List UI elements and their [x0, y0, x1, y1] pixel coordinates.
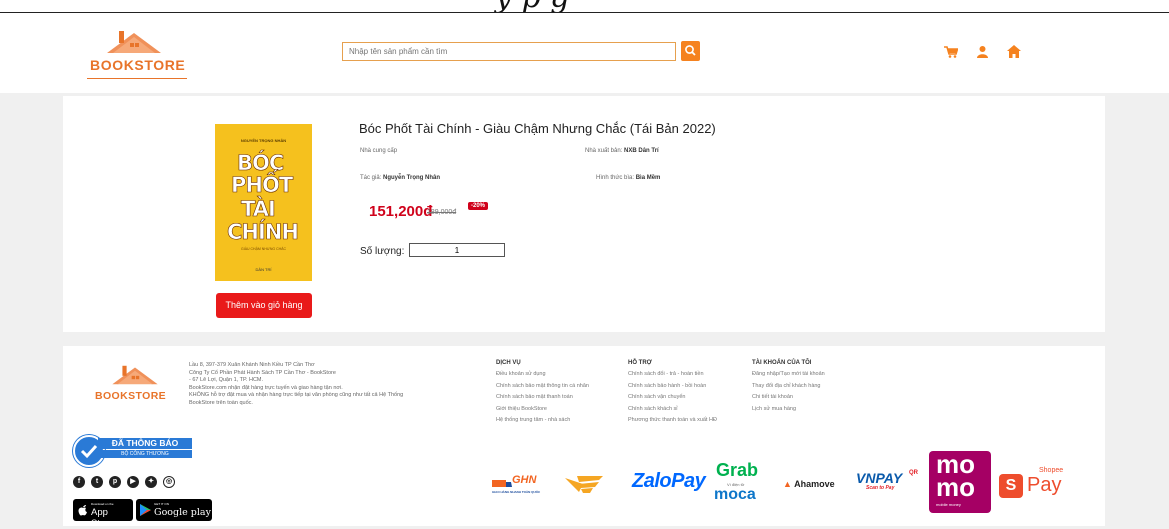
footer-logo[interactable]: BOOKSTORE — [95, 362, 175, 408]
search-input[interactable] — [342, 42, 676, 61]
twitter-icon[interactable]: ✦ — [145, 476, 157, 488]
footer-link[interactable]: Chi tiết tài khoản — [752, 394, 825, 406]
footer-link[interactable]: Chính sách bảo mật thông tin cá nhân — [496, 383, 589, 395]
footer-link[interactable]: Điều khoản sử dụng — [496, 371, 589, 383]
product-panel: NGUYỄN TRỌNG NHÂN BÓC PHỐT TÀI CHÍNH GIÀ… — [63, 96, 1105, 332]
footer-link[interactable]: Chính sách bảo mật thanh toán — [496, 394, 589, 406]
brand-logo[interactable]: BOOKSTORE — [87, 27, 187, 85]
footer-link[interactable]: Phương thức thanh toán và xuất HĐ — [628, 417, 717, 429]
footer-link[interactable]: Chính sách vận chuyển — [628, 394, 717, 406]
facebook-icon[interactable]: f — [73, 476, 85, 488]
top-strip: y p g — [0, 0, 1169, 13]
shopeepay-logo: S Shopee Pay — [999, 467, 1069, 499]
grab-moca-logo: Grab Ví điện tử moca — [714, 460, 759, 503]
home-icon[interactable] — [1007, 45, 1021, 58]
footer-column-services: DỊCH VỤ Điều khoản sử dụng Chính sách bả… — [496, 360, 589, 429]
quantity-label: Số lượng: — [360, 246, 405, 257]
footer-column-support: HỖ TRỢ Chính sách đổi - trả - hoàn tiền … — [628, 360, 717, 429]
brand-name: BOOKSTORE — [90, 57, 186, 73]
ghn-logo: GHN GIAO HÀNG NHANH TOÀN QUỐC — [492, 474, 541, 494]
house-roof-icon — [112, 365, 158, 385]
cart-icon[interactable] — [944, 46, 958, 58]
zalopay-logo: ZaloPay — [632, 470, 706, 492]
momo-logo: mo mo mobile money — [929, 451, 991, 513]
cover-format-info: Hình thức bìa: Bìa Mềm — [596, 175, 661, 181]
footer-link[interactable]: Lịch sử mua hàng — [752, 406, 825, 418]
footer-link[interactable]: Hệ thống trung tâm - nhà sách — [496, 417, 589, 429]
logo-underline — [87, 78, 187, 79]
footer-link[interactable]: Thay đổi địa chỉ khách hàng — [752, 383, 825, 395]
youtube-icon[interactable]: ▶ — [127, 476, 139, 488]
footer-link[interactable]: Chính sách bảo hành - bồi hoàn — [628, 383, 717, 395]
google-play-button[interactable]: GET IT ON Google play — [136, 499, 212, 521]
author-info: Tác giả: Nguyễn Trọng Nhân — [360, 175, 441, 181]
vnpay-logo: VNPAY QR Scan to Pay — [856, 470, 918, 491]
ministry-registered-badge[interactable]: ĐÃ THÔNG BÁO BỘ CÔNG THƯƠNG — [73, 434, 192, 470]
house-roof-icon — [107, 31, 161, 53]
user-icon[interactable] — [977, 46, 988, 58]
publisher-info: Nhà xuất bản: NXB Dân Trí — [585, 148, 659, 154]
app-store-button[interactable]: Download on the App Store — [73, 499, 133, 529]
search-icon — [685, 45, 696, 56]
sale-price: 151,200đ — [369, 203, 433, 220]
supplier-label: Nhà cung cấp — [360, 148, 398, 154]
tumblr-icon[interactable]: t — [91, 476, 103, 488]
original-price: 189,000đ — [427, 209, 457, 216]
footer-link[interactable]: Chính sách đổi - trả - hoàn tiền — [628, 371, 717, 383]
book-cover-image[interactable]: NGUYỄN TRỌNG NHÂN BÓC PHỐT TÀI CHÍNH GIÀ… — [215, 124, 312, 281]
apple-icon — [78, 505, 87, 516]
footer-link[interactable]: Giới thiệu BookStore — [496, 406, 589, 418]
footer-column-account: TÀI KHOẢN CỦA TÔI Đăng nhập/Tạo mới tài … — [752, 360, 825, 417]
instagram-icon[interactable]: ◎ — [163, 476, 175, 488]
ahamove-logo: ▲ Ahamove — [783, 479, 835, 489]
discount-badge: -20% — [468, 202, 489, 210]
footer-link[interactable]: Chính sách khách sỉ — [628, 406, 717, 418]
google-play-icon — [140, 504, 151, 516]
header: BOOKSTORE — [0, 13, 1169, 93]
quantity-input[interactable] — [409, 243, 505, 257]
add-to-cart-button[interactable]: Thêm vào giỏ hàng — [216, 293, 312, 318]
post-logo-icon — [565, 476, 603, 493]
footer-link[interactable]: Đăng nhập/Tạo mới tài khoản — [752, 371, 825, 383]
company-address: Lầu 8, 397-379 Xuân Khánh Ninh Kiều TP C… — [189, 362, 404, 406]
product-title: Bóc Phốt Tài Chính - Giàu Chậm Nhưng Chắ… — [359, 121, 716, 136]
truck-icon — [492, 480, 512, 487]
pinterest-icon[interactable]: p — [109, 476, 121, 488]
footer: BOOKSTORE Lầu 8, 397-379 Xuân Khánh Ninh… — [63, 346, 1105, 529]
search-button[interactable] — [681, 41, 700, 61]
